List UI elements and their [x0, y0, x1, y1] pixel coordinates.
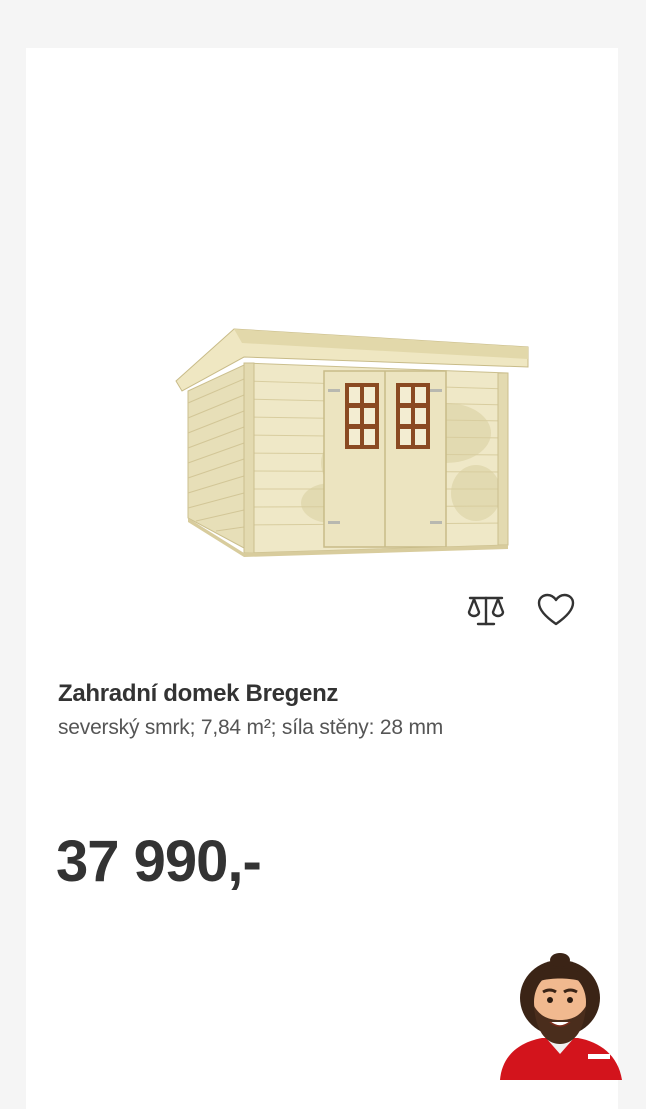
product-title[interactable]: Zahradní domek Bregenz [58, 680, 338, 708]
assistant-avatar[interactable] [492, 950, 628, 1086]
heart-icon [537, 593, 575, 632]
wishlist-button[interactable] [532, 588, 580, 636]
compare-button[interactable] [462, 588, 510, 636]
product-price: 37 990,- [56, 829, 262, 894]
product-image[interactable] [146, 263, 546, 573]
scale-compare-icon [466, 592, 506, 633]
product-subtitle: severský smrk; 7,84 m²; síla stěny: 28 m… [58, 716, 444, 739]
